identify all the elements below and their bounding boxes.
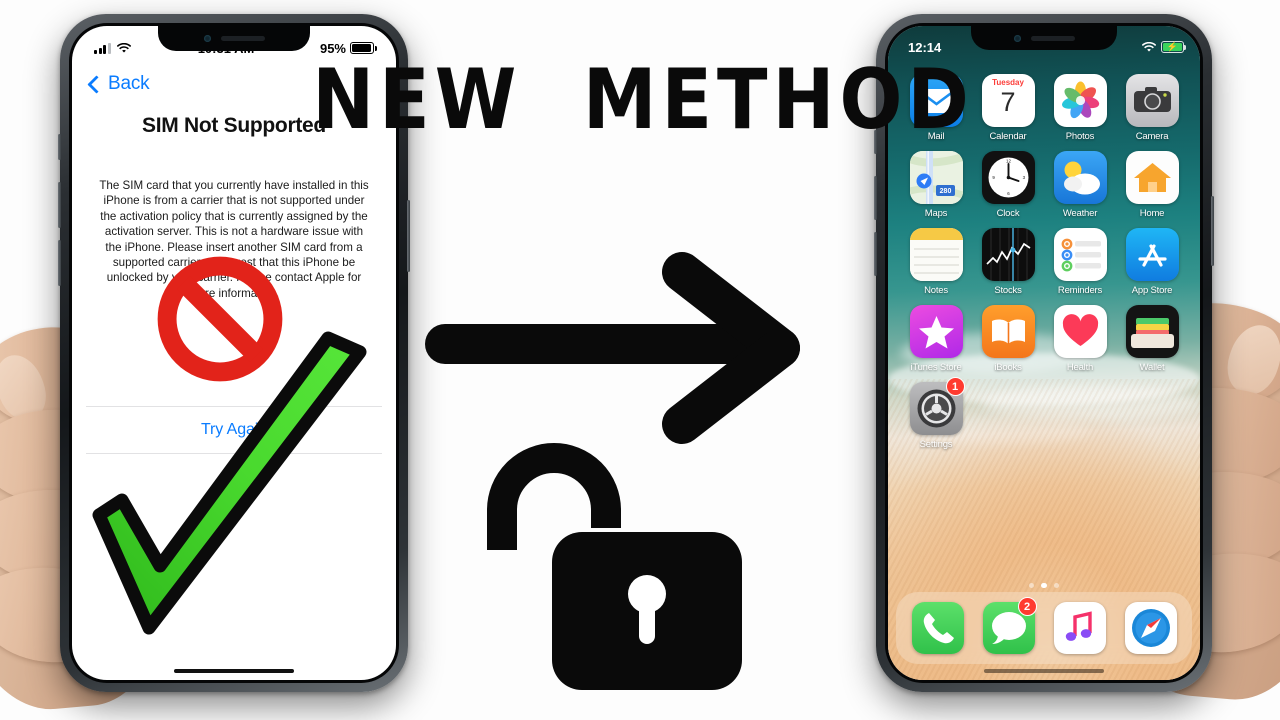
notch-right	[971, 26, 1117, 50]
ibooks-icon	[981, 305, 1035, 358]
app-label: iBooks	[994, 362, 1022, 373]
app-label: Clock	[996, 208, 1020, 219]
app-label: Weather	[1062, 208, 1098, 219]
phone-icon	[911, 602, 964, 654]
dock-item-music[interactable]	[1053, 602, 1106, 654]
app-icon-notes[interactable]: Notes	[900, 228, 972, 296]
app-icon-settings[interactable]: 1 Settings	[900, 377, 972, 450]
headline-new-method: NEW METHOD	[312, 51, 974, 149]
battery-charging-icon: ⚡	[1161, 41, 1187, 53]
dock-item-phone[interactable]	[911, 602, 964, 654]
maps-road-label: 280	[939, 188, 951, 195]
music-icon	[1053, 602, 1106, 654]
app-label: Reminders	[1057, 285, 1103, 296]
photos-icon	[1053, 74, 1107, 127]
power-button-right[interactable]	[1211, 196, 1214, 266]
app-icon-calendar[interactable]: Tuesday 7 Calendar	[972, 74, 1044, 142]
calendar-day-number: 7	[1000, 87, 1016, 117]
app-icon-maps[interactable]: 280 Maps	[900, 151, 972, 219]
right-fingernail	[1219, 318, 1280, 401]
app-label: Settings	[919, 439, 953, 450]
reminders-icon	[1053, 228, 1107, 281]
itunes-store-icon	[909, 305, 963, 358]
page-dot-2-active[interactable]	[1041, 582, 1047, 588]
wallet-icon	[1125, 305, 1179, 358]
app-icon-ibooks[interactable]: iBooks	[972, 305, 1044, 373]
app-icon-photos[interactable]: Photos	[1044, 74, 1116, 142]
app-icon-wallet[interactable]: Wallet	[1116, 305, 1188, 373]
wifi-icon	[116, 42, 131, 53]
app-label: Camera	[1135, 131, 1169, 142]
app-label: Notes	[924, 285, 948, 296]
cellular-signal-icon	[94, 42, 111, 54]
stocks-icon	[981, 228, 1035, 281]
home-indicator-right[interactable]	[984, 668, 1104, 673]
app-label: Stocks	[994, 285, 1022, 296]
app-label: Photos	[1065, 131, 1095, 142]
app-label: Maps	[924, 208, 948, 219]
front-camera-icon-right	[1013, 34, 1021, 42]
unlock-open-padlock-icon	[487, 443, 742, 690]
earpiece-speaker	[220, 36, 265, 41]
svg-text:12: 12	[1006, 159, 1011, 164]
back-button[interactable]: Back	[87, 73, 150, 95]
app-label: Home	[1139, 208, 1165, 219]
maps-icon: 280	[909, 151, 963, 204]
app-icon-app-store[interactable]: App Store	[1116, 228, 1188, 296]
left-fingernail	[0, 348, 54, 427]
home-icon	[1125, 151, 1179, 204]
app-label: iTunes Store	[910, 362, 962, 373]
page-indicator-dots[interactable]	[888, 582, 1200, 588]
settings-badge: 1	[945, 377, 965, 396]
chevron-left-icon	[87, 74, 106, 94]
earpiece-speaker-right	[1030, 35, 1075, 41]
power-button[interactable]	[407, 200, 410, 272]
dock: 2	[896, 592, 1192, 664]
volume-down-button-right[interactable]	[874, 232, 877, 276]
app-icon-stocks[interactable]: Stocks	[972, 228, 1044, 296]
notch	[158, 26, 310, 51]
app-icon-health[interactable]: Health	[1044, 305, 1116, 373]
app-icon-itunes-store[interactable]: iTunes Store	[900, 305, 972, 373]
app-icon-weather[interactable]: Weather	[1044, 151, 1116, 219]
safari-icon	[1124, 602, 1177, 654]
calendar-day-name: Tuesday	[992, 78, 1024, 87]
app-label: Health	[1066, 362, 1094, 373]
volume-up-button-right[interactable]	[874, 176, 877, 220]
notes-icon	[909, 228, 963, 281]
arrow-right-icon	[425, 252, 800, 444]
dock-item-messages[interactable]: 2	[982, 597, 1037, 654]
app-icon-home[interactable]: Home	[1116, 151, 1188, 219]
health-icon	[1053, 305, 1107, 358]
volume-up-button[interactable]	[58, 182, 61, 228]
app-icon-clock[interactable]: 12 3 69 Clock	[972, 151, 1044, 219]
calendar-icon: Tuesday 7	[981, 74, 1035, 127]
green-checkmark-icon	[92, 331, 367, 635]
app-icon-camera[interactable]: Camera	[1116, 74, 1188, 142]
dock-item-safari[interactable]	[1124, 602, 1177, 654]
app-label: Wallet	[1139, 362, 1165, 373]
app-store-icon	[1125, 228, 1179, 281]
app-icon-reminders[interactable]: Reminders	[1044, 228, 1116, 296]
page-dot-1[interactable]	[1028, 582, 1035, 588]
weather-icon	[1053, 151, 1107, 204]
mute-switch[interactable]	[58, 134, 61, 160]
volume-down-button[interactable]	[58, 240, 61, 286]
app-label: Calendar	[989, 131, 1027, 142]
front-camera-icon	[203, 35, 211, 42]
page-dot-3[interactable]	[1053, 582, 1060, 588]
back-button-label: Back	[108, 73, 150, 94]
camera-icon	[1125, 74, 1179, 127]
clock-icon: 12 3 69	[981, 151, 1035, 204]
app-label: App Store	[1131, 285, 1173, 296]
messages-badge: 2	[1017, 597, 1037, 616]
thumbnail-canvas: 10:31 AM 95% Back SIM Not Supported The …	[0, 0, 1280, 720]
wifi-icon-right	[1142, 41, 1156, 52]
